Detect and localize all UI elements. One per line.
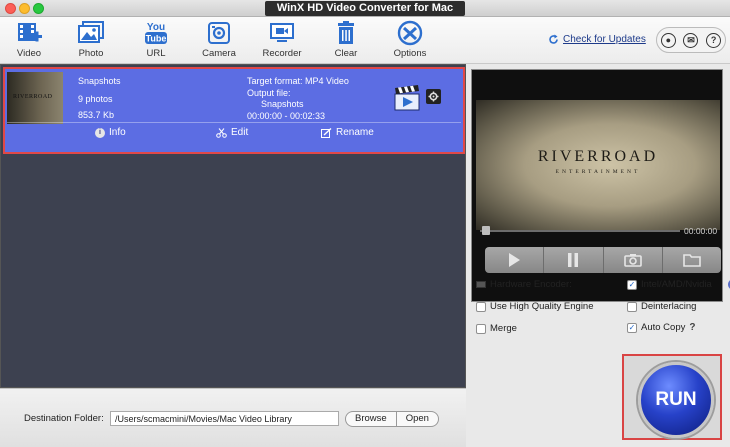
edit-button[interactable]: Edit bbox=[216, 127, 248, 138]
window-title: WinX HD Video Converter for Mac bbox=[265, 1, 465, 16]
hardware-encoder-row: Hardware Encoder: bbox=[476, 279, 572, 290]
screen-recorder-icon bbox=[270, 23, 294, 42]
seek-handle[interactable] bbox=[482, 226, 490, 235]
info-icon: i bbox=[95, 127, 105, 138]
hardware-chip-icon bbox=[476, 281, 486, 288]
check-updates-link[interactable]: Check for Updates bbox=[548, 31, 646, 47]
zoom-window-button[interactable] bbox=[33, 3, 44, 14]
add-photo-button[interactable]: Photo bbox=[66, 20, 116, 62]
camera-icon bbox=[208, 22, 230, 44]
screen-recorder-button[interactable]: Recorder bbox=[257, 20, 307, 62]
camera-button[interactable]: Camera bbox=[194, 20, 244, 62]
snapshot-camera-icon bbox=[623, 254, 642, 267]
run-button[interactable]: RUN bbox=[638, 362, 714, 438]
item-divider bbox=[7, 122, 461, 123]
video-thumbnail: RIVERROAD bbox=[7, 72, 63, 124]
merge-label: Merge bbox=[490, 323, 517, 334]
add-video-button[interactable]: Video bbox=[4, 20, 54, 62]
merge-option[interactable]: Merge bbox=[476, 323, 517, 334]
file-list-panel: RIVERROAD Snapshots 9 photos 853.7 Kb Ta… bbox=[0, 64, 466, 388]
target-format: Target format: MP4 Video bbox=[247, 76, 349, 86]
item-actions: i Info Edit Rename bbox=[5, 125, 463, 145]
youtube-url-button[interactable]: You Tube URL bbox=[131, 20, 181, 62]
folder-icon bbox=[683, 254, 701, 267]
auto-copy-option[interactable]: ✓ Auto Copy ? bbox=[627, 322, 695, 333]
options-button[interactable]: Options bbox=[385, 20, 435, 62]
video-preview: RIVERROAD ENTERTAINMENT 00:00:00 bbox=[471, 69, 723, 302]
output-file-label: Output file: bbox=[247, 88, 291, 98]
hardware-encoder-label: Hardware Encoder: bbox=[490, 279, 572, 290]
auto-copy-checkbox[interactable]: ✓ bbox=[627, 322, 637, 333]
svg-text:Tube: Tube bbox=[146, 34, 167, 44]
open-button[interactable]: Open bbox=[395, 412, 438, 426]
destination-bar: Destination Folder: Browse Open bbox=[0, 388, 466, 447]
high-quality-engine-label: Use High Quality Engine bbox=[490, 301, 594, 312]
preview-frame: RIVERROAD ENTERTAINMENT bbox=[476, 100, 720, 230]
user-account-icon[interactable]: ● bbox=[660, 32, 676, 48]
rename-pencil-icon bbox=[321, 127, 332, 138]
clear-button[interactable]: Clear bbox=[321, 20, 371, 62]
playback-controls bbox=[485, 247, 721, 273]
destination-buttons: Browse Open bbox=[345, 411, 439, 427]
main-toolbar: Video Photo You Tube URL Camera Recorder… bbox=[0, 17, 730, 64]
right-panel: RIVERROAD ENTERTAINMENT 00:00:00 Hardwar… bbox=[466, 64, 730, 447]
item-name: Snapshots bbox=[78, 76, 121, 86]
run-button-area: RUN bbox=[622, 354, 722, 440]
account-controls: ● ✉ ? bbox=[656, 27, 726, 53]
seek-bar[interactable] bbox=[480, 230, 680, 232]
youtube-icon: You Tube bbox=[145, 22, 167, 44]
scissors-icon bbox=[216, 127, 227, 138]
deinterlacing-label: Deinterlacing bbox=[641, 301, 697, 312]
merge-checkbox[interactable] bbox=[476, 323, 486, 334]
preview-brand-text: RIVERROAD bbox=[537, 148, 659, 165]
destination-folder-label: Destination Folder: bbox=[24, 413, 104, 424]
close-window-button[interactable] bbox=[5, 3, 16, 14]
add-video-icon bbox=[18, 23, 42, 42]
pause-button[interactable] bbox=[544, 247, 604, 273]
title-bar: WinX HD Video Converter for Mac bbox=[0, 0, 730, 17]
intel-amd-nvidia-option[interactable]: ✓ Intel/AMD/Nvidia i bbox=[627, 279, 730, 290]
svg-text:You: You bbox=[147, 22, 165, 33]
pause-icon bbox=[568, 253, 579, 267]
help-icon[interactable]: ? bbox=[706, 32, 722, 48]
trash-icon bbox=[338, 21, 354, 44]
mail-icon[interactable]: ✉ bbox=[683, 32, 699, 48]
auto-copy-label: Auto Copy bbox=[641, 322, 686, 333]
refresh-icon bbox=[549, 34, 558, 44]
output-file-name: Snapshots bbox=[261, 99, 304, 109]
gear-icon bbox=[428, 91, 439, 102]
item-settings-button[interactable] bbox=[426, 89, 441, 104]
intel-amd-nvidia-label: Intel/AMD/Nvidia bbox=[641, 279, 712, 290]
list-item[interactable]: RIVERROAD Snapshots 9 photos 853.7 Kb Ta… bbox=[3, 67, 465, 154]
play-icon bbox=[509, 253, 521, 267]
snapshot-button[interactable] bbox=[603, 247, 663, 273]
deinterlacing-checkbox[interactable] bbox=[627, 301, 637, 312]
minimize-window-button[interactable] bbox=[19, 3, 30, 14]
play-button[interactable] bbox=[485, 247, 545, 273]
open-folder-button[interactable] bbox=[662, 247, 721, 273]
check-updates-label: Check for Updates bbox=[563, 33, 646, 45]
preview-brand-subtext: ENTERTAINMENT bbox=[555, 169, 641, 175]
rename-button[interactable]: Rename bbox=[321, 127, 374, 138]
auto-copy-help-icon[interactable]: ? bbox=[689, 322, 695, 333]
clapperboard-icon[interactable] bbox=[393, 85, 423, 111]
high-quality-engine-option[interactable]: Use High Quality Engine bbox=[476, 301, 594, 312]
options-tools-icon bbox=[397, 20, 423, 46]
item-photo-count: 9 photos bbox=[78, 94, 113, 104]
destination-folder-input[interactable] bbox=[110, 411, 339, 426]
info-button[interactable]: i Info bbox=[95, 127, 126, 138]
deinterlacing-option[interactable]: Deinterlacing bbox=[627, 301, 696, 312]
browse-button[interactable]: Browse bbox=[346, 412, 396, 426]
intel-amd-nvidia-checkbox[interactable]: ✓ bbox=[627, 279, 637, 290]
item-size: 853.7 Kb bbox=[78, 110, 115, 120]
playback-time: 00:00:00 bbox=[684, 226, 718, 236]
time-range: 00:00:00 - 00:02:33 bbox=[247, 111, 326, 121]
photo-icon bbox=[78, 21, 104, 43]
high-quality-engine-checkbox[interactable] bbox=[476, 301, 486, 312]
